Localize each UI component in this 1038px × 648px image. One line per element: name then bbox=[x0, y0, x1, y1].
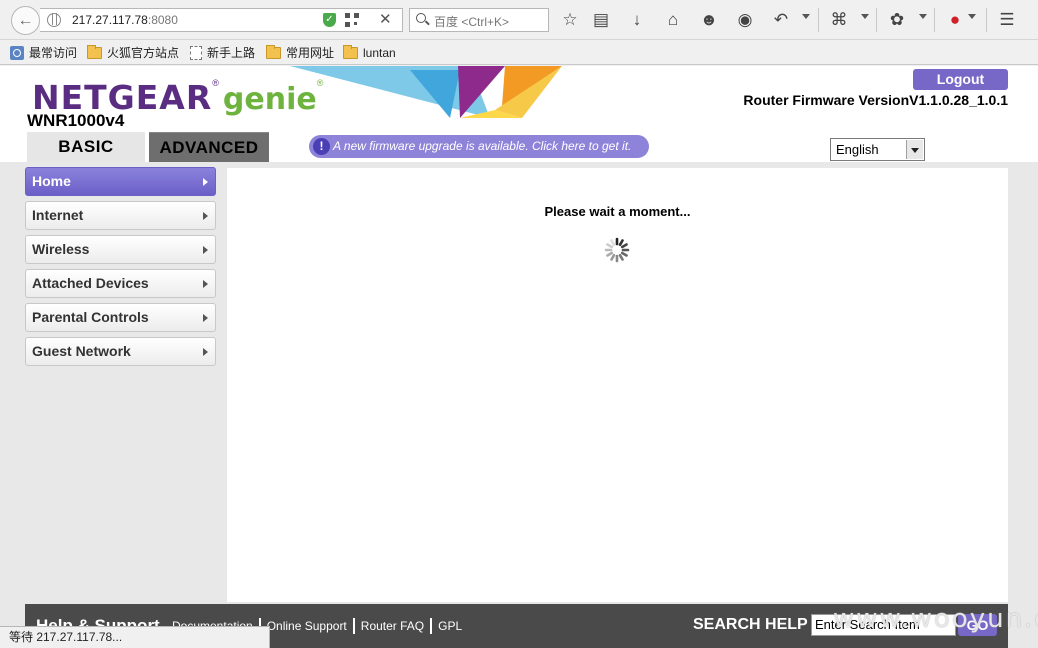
tab-advanced[interactable]: ADVANCED bbox=[149, 132, 269, 162]
chevron-right-icon bbox=[203, 348, 208, 356]
bug-icon[interactable]: ✿ bbox=[886, 9, 908, 31]
language-select[interactable]: English bbox=[830, 138, 925, 161]
bookmark-firefox-site[interactable]: 火狐官方站点 bbox=[87, 44, 179, 61]
url-text[interactable]: 217.27.117.78:8080 bbox=[72, 13, 178, 27]
sidebar-item-guest-network[interactable]: Guest Network bbox=[25, 337, 216, 366]
hamburger-menu-icon[interactable]: ☰ bbox=[996, 9, 1018, 31]
firmware-alert-text: A new firmware upgrade is available. Cli… bbox=[333, 139, 632, 153]
firmware-version: Router Firmware VersionV1.1.0.28_1.0.1 bbox=[743, 92, 1008, 108]
browser-toolbar: ← 217.27.117.78:8080 ✓ ✕ 百度 <Ctrl+K> ☆ ▤… bbox=[0, 0, 1038, 40]
bookmark-getting-started[interactable]: 新手上路 bbox=[190, 44, 255, 61]
bookmark-label: 常用网址 bbox=[286, 46, 335, 60]
footer-link-router-faq[interactable]: Router FAQ bbox=[355, 618, 433, 634]
shield-check-icon[interactable]: ✓ bbox=[323, 13, 336, 27]
sidebar-item-label: Home bbox=[32, 173, 71, 189]
chevron-down-icon[interactable] bbox=[968, 14, 976, 19]
bookmark-most-visited[interactable]: 最常访问 bbox=[10, 44, 77, 61]
chevron-right-icon bbox=[203, 246, 208, 254]
page-icon bbox=[190, 45, 202, 60]
toolbar-divider bbox=[986, 8, 987, 32]
footer-link-gpl[interactable]: GPL bbox=[432, 618, 468, 634]
sidebar-item-label: Attached Devices bbox=[32, 275, 149, 291]
sidebar-item-label: Internet bbox=[32, 207, 84, 223]
content-panel: Please wait a moment... bbox=[227, 168, 1008, 602]
close-icon[interactable]: ✕ bbox=[379, 10, 392, 28]
chevron-right-icon bbox=[203, 178, 208, 186]
toolbar-divider bbox=[818, 8, 819, 32]
url-bar[interactable]: 217.27.117.78:8080 ✓ ✕ bbox=[40, 8, 403, 32]
qr-code-icon[interactable] bbox=[345, 13, 359, 27]
bookmark-luntan[interactable]: luntan bbox=[343, 44, 396, 61]
star-icon[interactable]: ☆ bbox=[559, 9, 581, 31]
watermark: www.wooyun.org bbox=[833, 604, 1038, 634]
chevron-down-icon[interactable] bbox=[906, 140, 923, 159]
toolbar-divider bbox=[876, 8, 877, 32]
most-visited-icon bbox=[10, 45, 24, 60]
smiley-icon[interactable]: ☻ bbox=[698, 9, 720, 31]
addon-red-icon[interactable]: ● bbox=[944, 9, 966, 31]
home-icon[interactable]: ⌂ bbox=[662, 9, 684, 31]
crop-icon[interactable]: ⌘ bbox=[828, 9, 850, 31]
logo-reg-mark: ® bbox=[212, 78, 219, 88]
footer-link-online-support[interactable]: Online Support bbox=[261, 618, 355, 634]
sidebar-item-wireless[interactable]: Wireless bbox=[25, 235, 216, 264]
sidebar-item-label: Parental Controls bbox=[32, 309, 149, 325]
folder-icon bbox=[343, 44, 358, 59]
sidebar-item-home[interactable]: Home bbox=[25, 167, 216, 196]
netgear-triangles-graphic bbox=[290, 66, 562, 118]
page-header: NETGEAR® genie® WNR1000v4 Logout Router F… bbox=[0, 66, 1038, 162]
exclamation-icon: ! bbox=[313, 138, 330, 155]
chevron-down-icon[interactable] bbox=[802, 14, 810, 19]
url-host: 217.27.117.78 bbox=[72, 13, 148, 27]
sidebar-item-parental-controls[interactable]: Parental Controls bbox=[25, 303, 216, 332]
tab-basic[interactable]: BASIC bbox=[27, 132, 145, 162]
search-icon bbox=[416, 13, 426, 23]
bookmark-label: 火狐官方站点 bbox=[107, 46, 180, 60]
folder-icon bbox=[266, 44, 281, 59]
folder-icon bbox=[87, 44, 102, 59]
bookmark-common-sites[interactable]: 常用网址 bbox=[266, 44, 334, 61]
sidebar-item-label: Guest Network bbox=[32, 343, 131, 359]
toolbar-divider bbox=[934, 8, 935, 32]
undo-icon[interactable]: ↶ bbox=[770, 9, 792, 31]
download-icon[interactable]: ↓ bbox=[626, 9, 648, 31]
chevron-right-icon bbox=[203, 314, 208, 322]
chevron-down-icon[interactable] bbox=[861, 14, 869, 19]
router-page: NETGEAR® genie® WNR1000v4 Logout Router F… bbox=[0, 66, 1038, 648]
chevron-right-icon bbox=[203, 280, 208, 288]
sidebar-item-label: Wireless bbox=[32, 241, 90, 257]
chevron-down-icon[interactable] bbox=[919, 14, 927, 19]
loading-spinner-icon bbox=[604, 237, 630, 263]
logout-button[interactable]: Logout bbox=[913, 69, 1008, 90]
router-model: WNR1000v4 bbox=[27, 111, 125, 130]
sidebar-item-internet[interactable]: Internet bbox=[25, 201, 216, 230]
browser-status-bar: 等待 217.27.117.78... bbox=[0, 626, 270, 648]
bookmark-label: 最常访问 bbox=[29, 46, 78, 60]
logo-reg-mark: ® bbox=[316, 78, 324, 88]
search-bar[interactable]: 百度 <Ctrl+K> bbox=[409, 8, 549, 32]
reading-list-icon[interactable]: ▤ bbox=[590, 9, 612, 31]
sidebar-item-attached-devices[interactable]: Attached Devices bbox=[25, 269, 216, 298]
bookmark-label: 新手上路 bbox=[207, 46, 256, 60]
search-help-label: SEARCH HELP bbox=[693, 616, 808, 633]
back-button[interactable]: ← bbox=[11, 6, 40, 35]
chevron-right-icon bbox=[203, 212, 208, 220]
firmware-upgrade-alert[interactable]: ! A new firmware upgrade is available. C… bbox=[309, 135, 649, 158]
wait-message: Please wait a moment... bbox=[544, 204, 691, 219]
search-placeholder: 百度 <Ctrl+K> bbox=[434, 15, 510, 29]
bookmarks-bar: 最常访问 火狐官方站点 新手上路 常用网址 luntan bbox=[0, 40, 1038, 65]
arrow-left-icon: ← bbox=[17, 11, 34, 29]
url-port: :8080 bbox=[147, 13, 178, 27]
chat-bubble-icon[interactable]: ◉ bbox=[734, 9, 756, 31]
logo-product: genie bbox=[222, 82, 317, 117]
bookmark-label: luntan bbox=[363, 45, 396, 60]
language-value: English bbox=[836, 142, 879, 157]
globe-icon bbox=[47, 13, 61, 27]
